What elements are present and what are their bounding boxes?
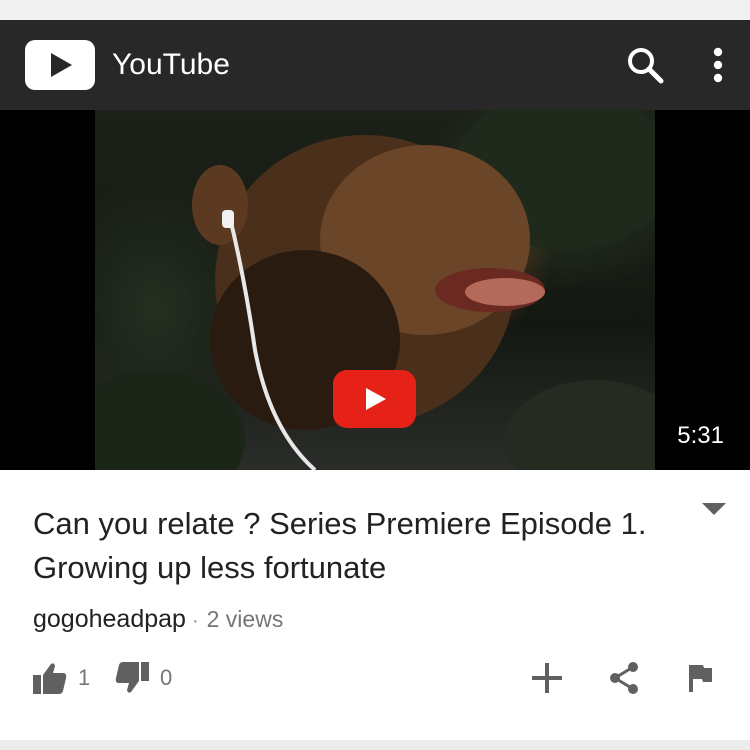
video-info: Can you relate ? Series Premiere Episode… (0, 470, 750, 740)
add-icon (532, 663, 562, 693)
app-title: YouTube (112, 48, 230, 81)
app-bar: YouTube (0, 20, 750, 110)
channel-name[interactable]: gogoheadpap (33, 605, 186, 633)
share-button[interactable] (608, 656, 640, 700)
video-player[interactable]: 5:31 (0, 110, 750, 470)
like-count: 1 (78, 665, 91, 690)
search-button[interactable] (625, 45, 665, 85)
more-options-button[interactable] (700, 45, 736, 85)
view-count: 2 views (206, 606, 284, 632)
flag-icon (689, 665, 712, 692)
top-strip (0, 0, 750, 20)
thumbs-down-icon (115, 662, 149, 693)
share-icon (610, 662, 638, 694)
video-meta: gogoheadpap · 2 views (33, 604, 283, 636)
report-button[interactable] (686, 656, 714, 700)
youtube-logo[interactable] (25, 40, 95, 90)
search-icon (628, 48, 664, 84)
dislike-count: 0 (160, 665, 173, 690)
more-vert-icon (713, 47, 723, 83)
like-button[interactable]: 1 (32, 656, 90, 700)
play-icon (365, 388, 386, 410)
add-to-playlist-button[interactable] (530, 656, 564, 700)
video-title[interactable]: Can you relate ? Series Premiere Episode… (33, 502, 693, 590)
expand-description-button[interactable] (700, 502, 728, 526)
thumbs-up-icon (33, 663, 67, 694)
dislike-button[interactable]: 0 (114, 656, 172, 700)
play-button[interactable] (333, 370, 416, 428)
bottom-strip (0, 740, 750, 750)
youtube-video-card: YouTube 5:31 Can you relate ? Series Pre… (0, 0, 750, 750)
youtube-play-logo-icon (51, 53, 72, 77)
expand-more-icon (702, 503, 726, 515)
action-bar: 1 0 (0, 656, 750, 706)
video-duration: 5:31 (677, 422, 724, 449)
meta-separator: · (191, 610, 199, 632)
